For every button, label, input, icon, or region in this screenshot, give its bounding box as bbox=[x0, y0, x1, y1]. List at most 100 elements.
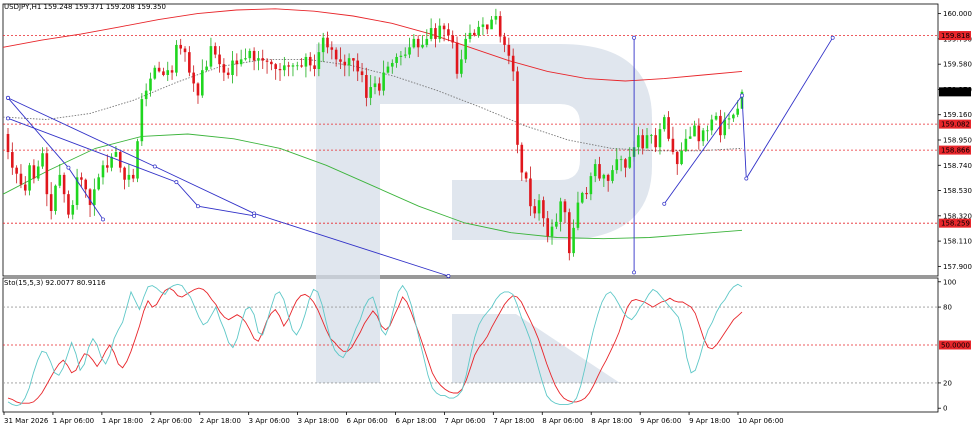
price-label: 158.259 bbox=[941, 220, 970, 228]
candle-body bbox=[494, 16, 498, 20]
candle-body bbox=[257, 58, 260, 61]
candle-body bbox=[235, 60, 239, 65]
price-label: 158.866 bbox=[941, 147, 970, 155]
trend-line-anchor bbox=[6, 116, 10, 121]
candle bbox=[723, 112, 727, 139]
candle bbox=[226, 67, 230, 79]
trend-line-anchor bbox=[632, 35, 637, 40]
candle-body bbox=[45, 153, 49, 195]
candle-body bbox=[412, 38, 416, 48]
candle-body bbox=[140, 99, 144, 142]
candle-body bbox=[106, 165, 109, 168]
candle bbox=[205, 60, 208, 72]
candle bbox=[654, 127, 657, 153]
candle-body bbox=[123, 167, 126, 180]
candle bbox=[710, 114, 714, 136]
candle-body bbox=[662, 117, 666, 130]
x-tick-label: 2 Apr 06:00 bbox=[151, 417, 192, 425]
candle-body bbox=[611, 170, 614, 181]
candle bbox=[157, 61, 161, 73]
candle-body bbox=[533, 206, 537, 214]
candle bbox=[412, 34, 416, 49]
candle-body bbox=[425, 38, 429, 45]
candle bbox=[209, 37, 213, 69]
candle bbox=[270, 59, 273, 71]
candle bbox=[684, 129, 688, 153]
candle-body bbox=[693, 125, 696, 137]
candle bbox=[667, 111, 670, 142]
candle-body bbox=[149, 78, 152, 91]
candle bbox=[97, 173, 100, 191]
candle-body bbox=[261, 58, 265, 61]
candle-body bbox=[41, 153, 44, 167]
candle-body bbox=[714, 115, 718, 120]
candle bbox=[162, 67, 165, 77]
trend-line-anchor bbox=[446, 274, 451, 278]
candle bbox=[438, 18, 442, 43]
candle-body bbox=[360, 71, 364, 76]
candle-body bbox=[88, 189, 92, 205]
candle bbox=[101, 160, 105, 185]
candle-body bbox=[6, 133, 10, 153]
candle bbox=[516, 66, 519, 154]
candle bbox=[313, 54, 316, 77]
candle-body bbox=[395, 56, 398, 63]
candle-body bbox=[382, 72, 385, 91]
candle-body bbox=[675, 152, 679, 165]
candle-body bbox=[304, 56, 308, 67]
candle bbox=[45, 147, 49, 207]
candle-body bbox=[442, 25, 446, 30]
candle bbox=[188, 46, 191, 77]
candle-body bbox=[503, 36, 506, 45]
candle-body bbox=[373, 83, 377, 88]
candle-body bbox=[710, 119, 714, 131]
oscillator-tick-label: 80 bbox=[943, 304, 952, 312]
candle bbox=[196, 82, 200, 104]
candle-body bbox=[321, 37, 325, 53]
candle-body bbox=[365, 75, 368, 98]
candle bbox=[136, 138, 139, 183]
candle-body bbox=[654, 135, 657, 148]
candle-body bbox=[205, 66, 208, 71]
y-tick-label: 158.110 bbox=[943, 238, 972, 246]
candle bbox=[67, 190, 70, 219]
candle-body bbox=[287, 65, 290, 67]
x-tick-label: 10 Apr 06:00 bbox=[738, 417, 784, 425]
candle-body bbox=[542, 200, 545, 219]
candle bbox=[490, 16, 493, 30]
candle-body bbox=[567, 212, 571, 254]
candle bbox=[464, 32, 467, 63]
candle bbox=[274, 62, 277, 80]
y-tick-label: 158.740 bbox=[943, 162, 972, 170]
candle-body bbox=[352, 58, 355, 61]
candle-body bbox=[481, 24, 485, 27]
candle bbox=[144, 83, 148, 107]
candle-body bbox=[537, 200, 541, 214]
x-tick-label: 6 Apr 18:00 bbox=[395, 417, 436, 425]
candle bbox=[54, 184, 57, 215]
candle bbox=[494, 8, 498, 25]
candle bbox=[308, 52, 312, 72]
candle-body bbox=[67, 194, 70, 215]
candle-body bbox=[727, 118, 731, 120]
x-tick-label: 1 Apr 06:00 bbox=[53, 417, 94, 425]
candle bbox=[166, 61, 170, 82]
candle-body bbox=[477, 26, 480, 36]
candle-body bbox=[252, 50, 256, 61]
candle bbox=[481, 17, 485, 36]
candle-body bbox=[390, 62, 394, 67]
candle bbox=[671, 126, 675, 155]
candle bbox=[429, 18, 433, 42]
trend-line-anchor bbox=[252, 213, 257, 218]
candle-body bbox=[36, 166, 40, 179]
candle bbox=[23, 176, 27, 196]
candle bbox=[261, 49, 265, 69]
candle bbox=[295, 61, 299, 71]
trend-line bbox=[7, 97, 449, 277]
candle-body bbox=[606, 174, 610, 181]
candle-body bbox=[451, 35, 455, 43]
candle-body bbox=[421, 44, 424, 48]
candle-body bbox=[585, 192, 588, 195]
candle bbox=[278, 62, 282, 82]
x-tick-label: 8 Apr 06:00 bbox=[542, 417, 583, 425]
